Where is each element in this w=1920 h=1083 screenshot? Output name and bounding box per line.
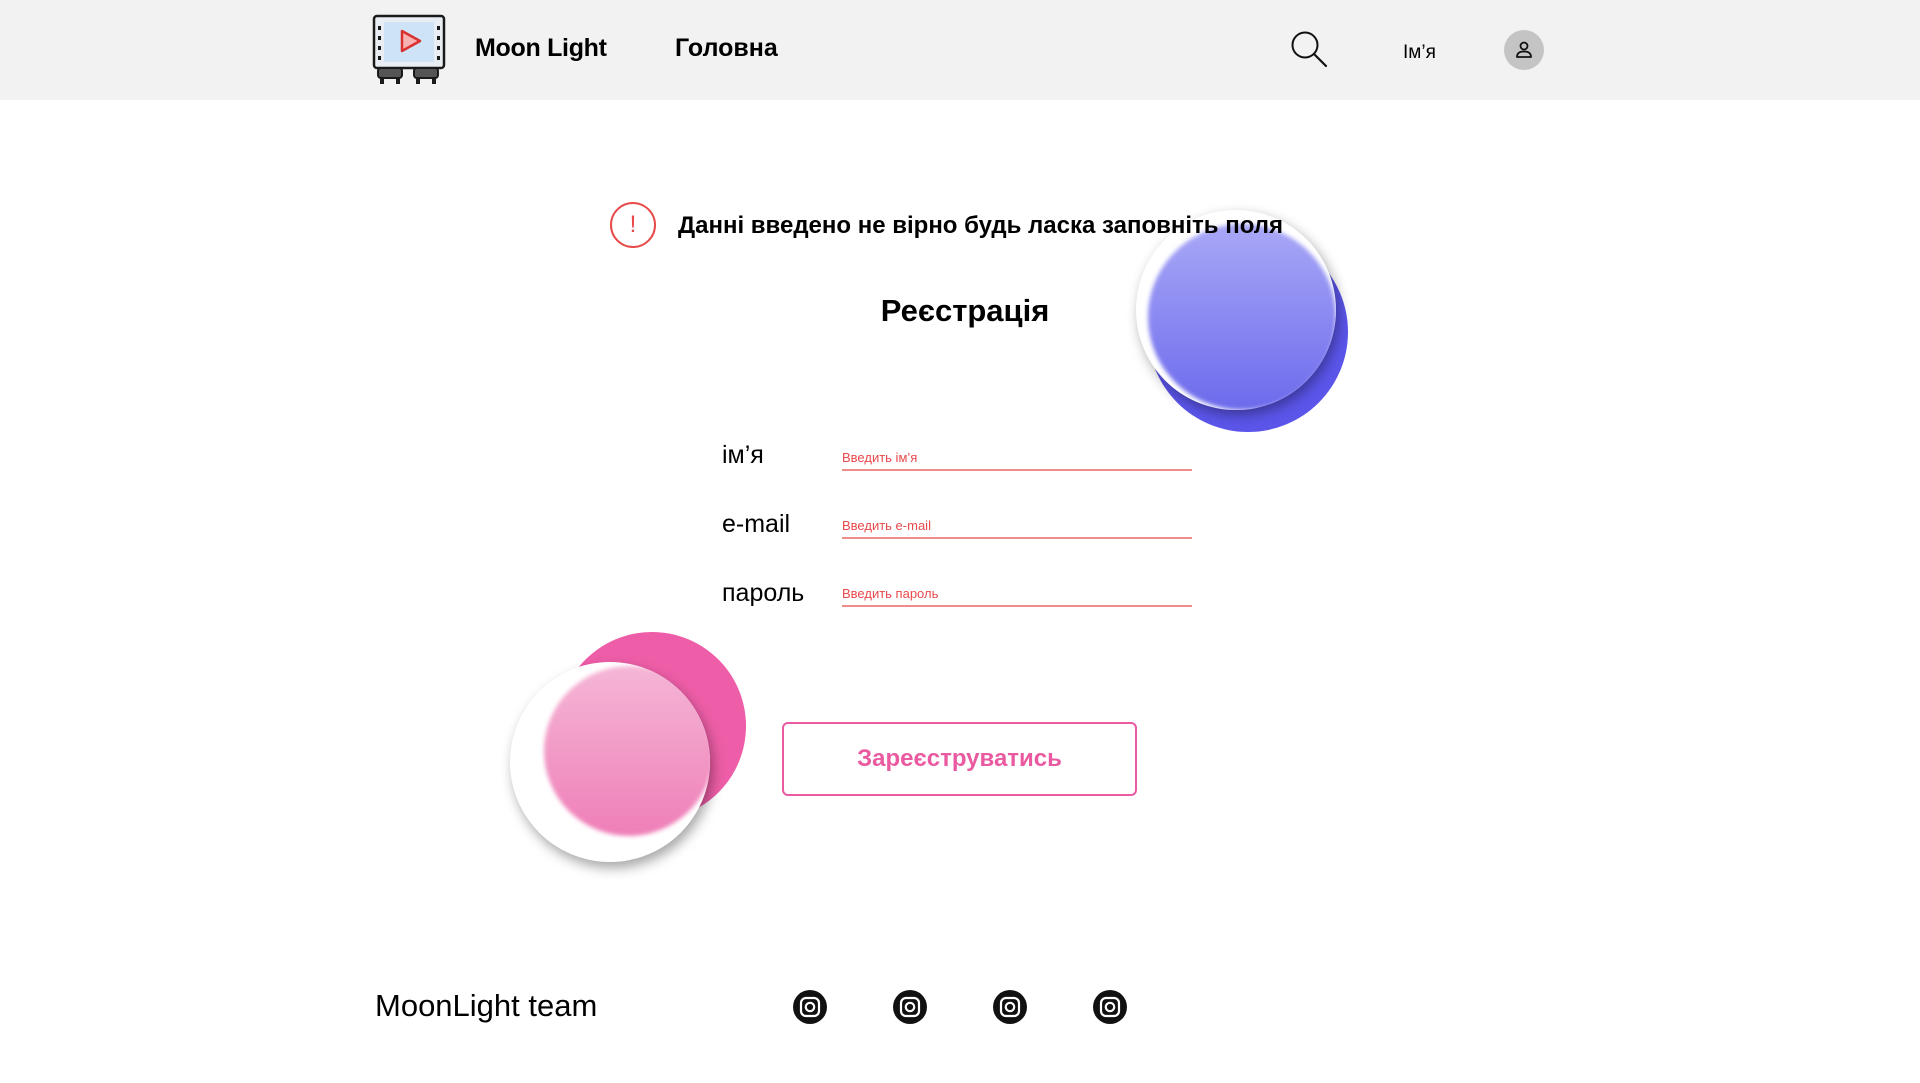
password-label: пароль: [722, 579, 805, 607]
email-field[interactable]: [842, 513, 1192, 539]
avatar[interactable]: [1504, 30, 1544, 70]
instagram-icon[interactable]: [792, 989, 828, 1025]
top-navbar: Moon Light Головна Ім’я: [0, 0, 1920, 100]
instagram-icon[interactable]: [992, 989, 1028, 1025]
error-message: Данні введено не вірно будь ласка заповн…: [678, 212, 1284, 239]
instagram-icon[interactable]: [1092, 989, 1128, 1025]
nav-link-home[interactable]: Головна: [675, 34, 778, 63]
name-label: ім’я: [722, 441, 764, 469]
error-alert-icon: !: [610, 202, 656, 248]
register-button[interactable]: Зареєструватись: [782, 722, 1137, 796]
user-icon: [1516, 41, 1532, 58]
email-label: e-mail: [722, 510, 791, 538]
footer-team-name: MoonLight team: [375, 988, 598, 1023]
cinema-logo-icon[interactable]: [372, 14, 446, 86]
user-name-link[interactable]: Ім’я: [1403, 42, 1436, 64]
brand-name[interactable]: Moon Light: [475, 34, 607, 63]
name-field[interactable]: [842, 445, 1192, 471]
page-title: Реєстрація: [880, 293, 1050, 328]
password-field[interactable]: [842, 581, 1192, 607]
instagram-icon[interactable]: [892, 989, 928, 1025]
search-icon[interactable]: [1290, 30, 1328, 68]
decor-circle-pink-front: [510, 662, 710, 862]
